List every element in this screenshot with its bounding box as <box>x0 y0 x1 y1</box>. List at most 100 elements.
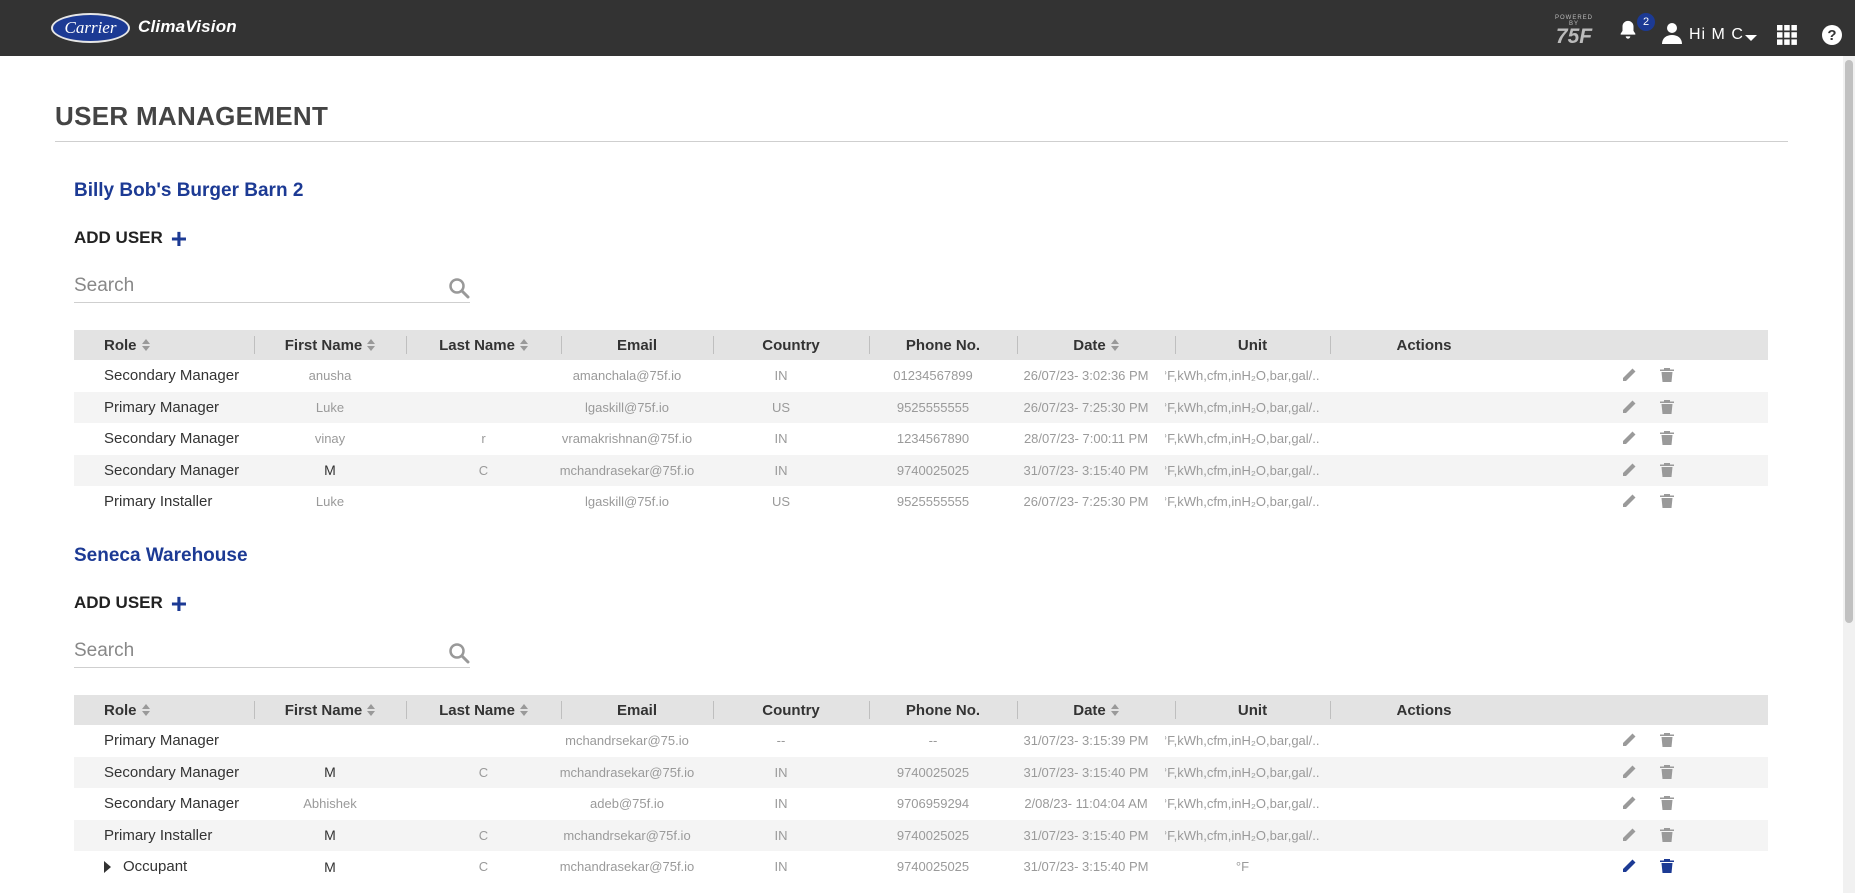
edit-pencil-icon[interactable] <box>1621 493 1637 509</box>
column-separator <box>1175 336 1176 354</box>
trash-icon[interactable] <box>1659 367 1675 383</box>
column-header-last-name[interactable]: Last Name <box>406 330 561 360</box>
trash-icon[interactable] <box>1659 430 1675 446</box>
country-cell: US <box>771 399 791 415</box>
column-header-label: Date <box>1073 336 1106 354</box>
first-name-cell: anusha <box>308 368 352 383</box>
search-input[interactable] <box>74 273 434 299</box>
sort-icon[interactable] <box>1110 704 1119 716</box>
product-name: ClimaVision <box>138 17 237 36</box>
edit-pencil-icon[interactable] <box>1621 795 1637 811</box>
column-header-role[interactable]: Role <box>104 695 150 725</box>
notification-badge[interactable]: 2 <box>1637 13 1655 31</box>
last-name-cell: C <box>478 827 489 843</box>
trash-icon[interactable] <box>1659 858 1675 874</box>
sort-icon[interactable] <box>519 704 528 716</box>
unit-cell: °F,kWh,cfm,inH₂O,bar,gal/... <box>1165 431 1320 446</box>
sort-icon[interactable] <box>141 704 150 716</box>
table-row[interactable]: Secondary Manager Abhishek adeb@75f.io IN 97… <box>74 788 1768 819</box>
edit-pencil-icon[interactable] <box>1621 827 1637 843</box>
edit-pencil-icon[interactable] <box>1621 732 1637 748</box>
top-bar: Carrier ClimaVision POWERED BY 75F 2 Hi … <box>0 0 1855 56</box>
edit-pencil-icon[interactable] <box>1621 367 1637 383</box>
column-separator <box>406 336 407 354</box>
apps-grid-icon[interactable] <box>1777 25 1797 45</box>
edit-pencil-icon[interactable] <box>1621 764 1637 780</box>
country-cell: IN <box>774 859 788 874</box>
sort-icon[interactable] <box>1110 339 1119 351</box>
trash-icon[interactable] <box>1659 493 1675 509</box>
column-header-label: Country <box>762 701 820 719</box>
last-name-cell: C <box>478 764 489 780</box>
country-cell: IN <box>774 796 788 811</box>
column-header-label: Actions <box>1396 336 1452 354</box>
sort-icon[interactable] <box>367 339 376 351</box>
user-menu-caret-icon[interactable] <box>1745 35 1757 41</box>
column-separator <box>561 336 562 354</box>
bell-icon[interactable] <box>1617 19 1639 41</box>
table-row[interactable]: Occupant M Cmchandrasekar@75f.io IN 97400250… <box>74 851 1768 882</box>
table-row[interactable]: Primary Manager Luke lgaskill@75f.io US 9525… <box>74 391 1768 423</box>
column-separator <box>406 701 407 719</box>
trash-icon[interactable] <box>1659 795 1675 811</box>
phone-cell: 9525555555 <box>896 494 970 509</box>
trash-icon[interactable] <box>1659 827 1675 843</box>
add-user-button[interactable]: ADD USER + <box>74 224 187 252</box>
table-row[interactable]: Primary Installer Luke lgaskill@75f.io US 95… <box>74 486 1768 517</box>
email-cell: lgaskill@75f.io <box>584 399 669 415</box>
country-cell: IN <box>774 827 788 843</box>
trash-icon[interactable] <box>1659 399 1675 415</box>
column-header-label: Unit <box>1237 336 1268 354</box>
last-name-cell: C <box>478 859 489 874</box>
table-row[interactable]: Primary Installer M Cmchandrsekar@75f.io IN… <box>74 819 1768 851</box>
edit-pencil-icon[interactable] <box>1621 399 1637 415</box>
search-icon[interactable] <box>448 642 470 664</box>
column-separator <box>1330 701 1331 719</box>
table-row[interactable]: Secondary Manager vinay r vramakrishnan@75f… <box>74 423 1768 454</box>
date-cell: 31/07/23- 3:15:40 PM <box>1023 827 1149 843</box>
scrollbar-thumb[interactable] <box>1845 60 1853 623</box>
column-header-first-name[interactable]: First Name <box>254 695 406 725</box>
search-input[interactable] <box>74 638 434 664</box>
phone-cell: 9740025025 <box>896 859 970 874</box>
expand-arrow-icon[interactable] <box>104 861 111 873</box>
column-separator <box>869 336 870 354</box>
user-icon[interactable] <box>1662 22 1682 44</box>
table-header: Role First Name Last Name Email Country Phone… <box>74 330 1768 360</box>
column-header-first-name[interactable]: First Name <box>254 330 406 360</box>
search-icon[interactable] <box>448 277 470 299</box>
column-header-date[interactable]: Date <box>1017 330 1175 360</box>
edit-pencil-icon[interactable] <box>1621 462 1637 478</box>
unit-cell: °F <box>1235 859 1250 874</box>
phone-cell: 9525555555 <box>896 399 970 415</box>
add-user-button[interactable]: ADD USER + <box>74 589 187 617</box>
search-field <box>74 269 470 303</box>
user-greeting[interactable]: Hi M C <box>1689 26 1744 44</box>
edit-pencil-icon[interactable] <box>1621 858 1637 874</box>
column-header-role[interactable]: Role <box>104 330 150 360</box>
email-cell: mchandrasekar@75f.io <box>559 859 695 874</box>
sort-icon[interactable] <box>141 339 150 351</box>
column-header-date[interactable]: Date <box>1017 695 1175 725</box>
column-header-label: Phone No. <box>905 336 981 354</box>
country-cell: -- <box>776 733 786 748</box>
trash-icon[interactable] <box>1659 764 1675 780</box>
table-row[interactable]: Secondary Manager M Cmchandrasekar@75f.io I… <box>74 756 1768 788</box>
column-header-actions: Actions <box>1330 695 1518 725</box>
help-icon[interactable]: ? <box>1822 25 1842 45</box>
table-row[interactable]: Primary Manager mchandrsekar@75.io -- -- 31/… <box>74 725 1768 756</box>
carrier-logo[interactable]: Carrier <box>51 13 130 43</box>
table-header: Role First Name Last Name Email Country Phone… <box>74 695 1768 725</box>
trash-icon[interactable] <box>1659 462 1675 478</box>
sort-icon[interactable] <box>519 339 528 351</box>
powered-by-brand: 75F <box>1555 25 1593 48</box>
trash-icon[interactable] <box>1659 732 1675 748</box>
phone-cell: 9740025025 <box>896 462 970 478</box>
table-row[interactable]: Secondary Manager anusha amanchala@75f.io I… <box>74 360 1768 391</box>
sort-icon[interactable] <box>367 704 376 716</box>
column-header-country: Country <box>713 695 869 725</box>
column-header-last-name[interactable]: Last Name <box>406 695 561 725</box>
table-row[interactable]: Secondary Manager M Cmchandrasekar@75f.io I… <box>74 454 1768 486</box>
edit-pencil-icon[interactable] <box>1621 430 1637 446</box>
column-header-country: Country <box>713 330 869 360</box>
